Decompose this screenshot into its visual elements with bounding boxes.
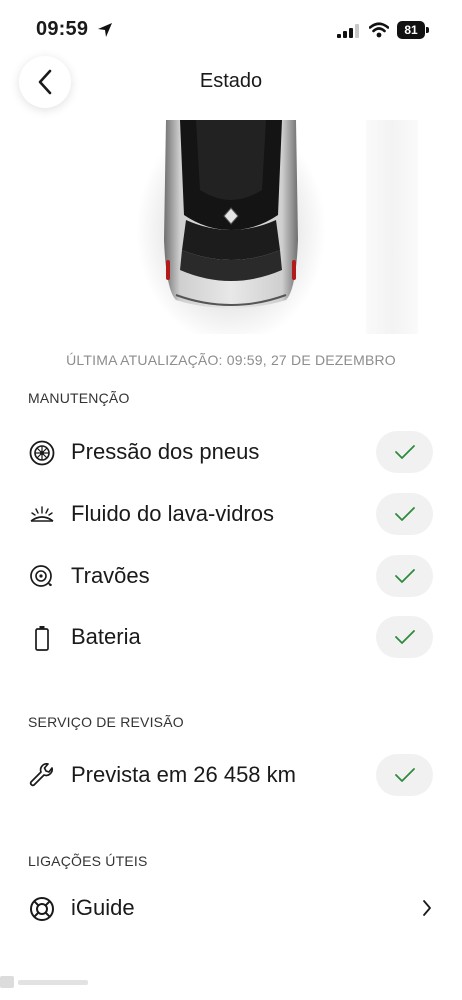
watermark-logo [0, 974, 100, 996]
lifebuoy-icon [30, 897, 54, 921]
next-car-preview [366, 120, 418, 334]
wifi-icon [369, 22, 389, 38]
status-ok-badge [376, 754, 433, 796]
check-icon [394, 630, 415, 644]
status-ok-badge [376, 616, 433, 658]
brake-icon [30, 565, 52, 587]
status-ok-badge [376, 431, 433, 473]
check-icon [394, 569, 415, 583]
check-icon [394, 768, 415, 782]
wrench-icon [29, 763, 53, 787]
maintenance-item-label: Bateria [71, 624, 141, 649]
maintenance-item-washer-fluid[interactable]: Fluido do lava-vidros [0, 487, 462, 543]
maintenance-item-battery[interactable]: Bateria [0, 610, 462, 666]
washer-fluid-icon [30, 506, 54, 522]
battery-icon [35, 626, 49, 651]
check-icon [394, 445, 415, 459]
battery-level: 81 [397, 21, 425, 39]
service-item-label: Prevista em 26 458 km [71, 762, 296, 787]
page-title: Estado [199, 70, 263, 92]
link-item-label: iGuide [71, 895, 135, 920]
status-ok-badge [376, 555, 433, 597]
maintenance-item-label: Fluido do lava-vidros [71, 501, 274, 526]
location-arrow-icon [98, 23, 112, 37]
last-update-text: ÚLTIMA ATUALIZAÇÃO: 09:59, 27 DE DEZEMBR… [66, 352, 396, 368]
car-top-view-image [136, 120, 326, 334]
maintenance-item-label: Pressão dos pneus [71, 439, 260, 464]
cellular-signal-icon [337, 24, 359, 38]
check-icon [394, 507, 415, 521]
chevron-right-icon [423, 900, 431, 916]
maintenance-item-tire-pressure[interactable]: Pressão dos pneus [0, 425, 462, 481]
link-item-iguide[interactable]: iGuide [0, 881, 462, 937]
maintenance-section-title: MANUTENÇÃO [28, 390, 130, 406]
maintenance-item-label: Travões [71, 563, 150, 588]
links-section-title: LIGAÇÕES ÚTEIS [28, 853, 148, 869]
service-item-next-service[interactable]: Prevista em 26 458 km [0, 748, 462, 804]
status-ok-badge [376, 493, 433, 535]
battery-indicator: 81 [397, 21, 429, 39]
status-bar: 09:59 81 [0, 0, 462, 62]
tire-icon [29, 440, 55, 466]
status-time: 09:59 [36, 18, 89, 40]
service-section-title: SERVIÇO DE REVISÃO [28, 714, 184, 730]
maintenance-item-brakes[interactable]: Travões [0, 549, 462, 605]
